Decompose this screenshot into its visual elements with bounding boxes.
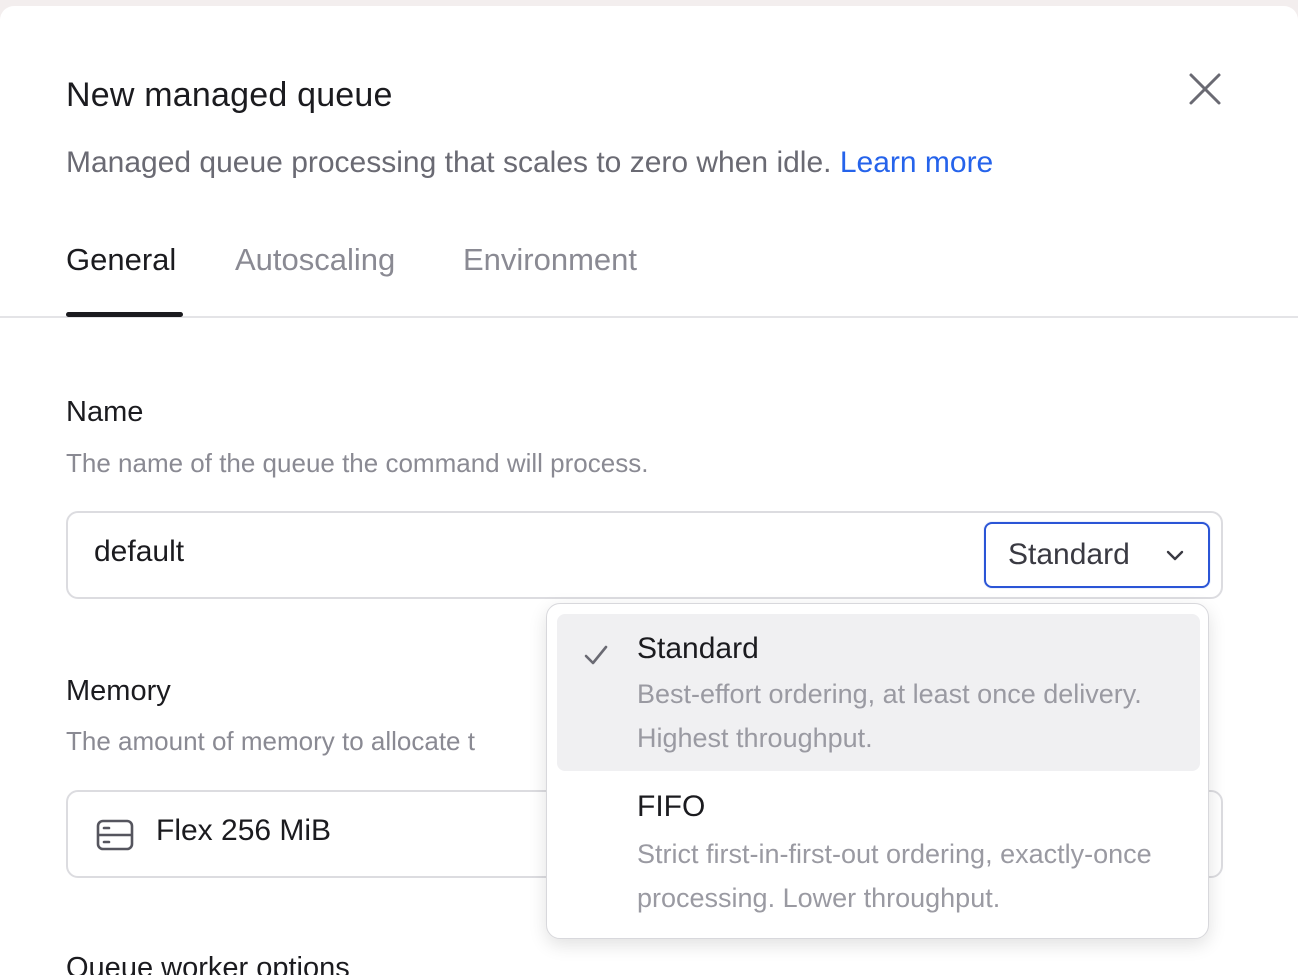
dialog-title: New managed queue <box>66 76 393 114</box>
server-icon <box>96 819 134 851</box>
memory-help: The amount of memory to allocate t <box>66 726 475 756</box>
option-standard[interactable]: Standard Best-effort ordering, at least … <box>557 614 1200 771</box>
memory-value: Flex 256 MiB <box>156 814 332 847</box>
subtitle-text: Managed queue processing that scales to … <box>66 146 832 179</box>
memory-label: Memory <box>66 675 171 707</box>
active-tab-indicator <box>66 312 183 317</box>
check-icon <box>584 645 608 665</box>
dialog-panel: New managed queue Managed queue processi… <box>0 6 1298 975</box>
option-fifo[interactable]: FIFO Strict first-in-first-out ordering,… <box>557 774 1200 930</box>
tab-autoscaling[interactable]: Autoscaling <box>235 242 395 278</box>
chevron-down-icon <box>1166 550 1184 561</box>
queue-type-select[interactable]: Standard <box>984 522 1210 588</box>
option-title: Standard <box>637 632 759 665</box>
tab-general[interactable]: General <box>66 242 176 278</box>
queue-type-dropdown: Standard Best-effort ordering, at least … <box>546 603 1209 939</box>
name-input-value: default <box>94 535 185 568</box>
tab-bar: General Autoscaling Environment <box>0 232 1298 318</box>
queue-worker-options-heading: Queue worker options <box>66 952 350 975</box>
queue-type-selected: Standard <box>1008 538 1130 571</box>
name-label: Name <box>66 396 144 428</box>
name-input[interactable]: default Standard <box>66 511 1223 599</box>
dialog-subtitle: Managed queue processing that scales to … <box>66 146 993 180</box>
option-title: FIFO <box>637 790 706 823</box>
tab-environment[interactable]: Environment <box>463 242 637 278</box>
option-description: Strict first-in-first-out ordering, exac… <box>637 839 1152 913</box>
name-help: The name of the queue the command will p… <box>66 448 649 478</box>
option-description: Best-effort ordering, at least once deli… <box>637 679 1142 753</box>
learn-more-link[interactable]: Learn more <box>840 146 993 179</box>
close-icon[interactable] <box>1184 68 1226 110</box>
